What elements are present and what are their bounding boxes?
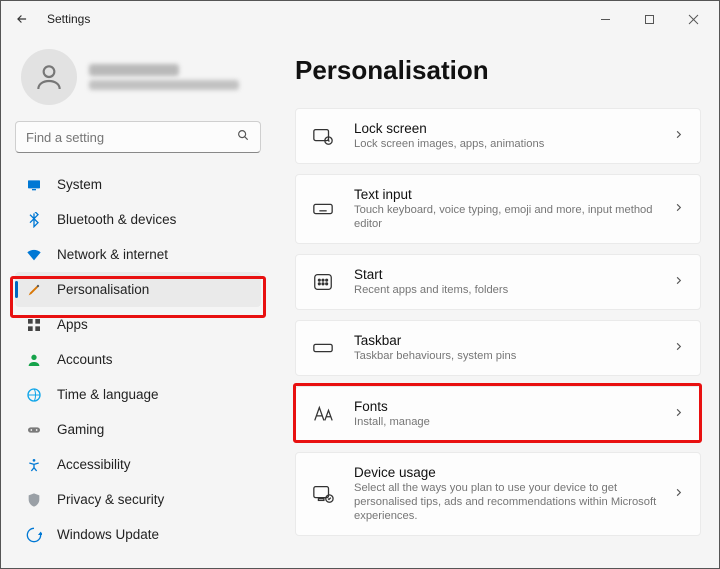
sidebar-item-label: Time & language: [57, 387, 159, 402]
update-icon: [25, 526, 43, 544]
sidebar-item-time[interactable]: Time & language: [15, 377, 261, 412]
paintbrush-icon: [25, 281, 43, 299]
card-title: Text input: [354, 187, 665, 202]
sidebar-item-label: Windows Update: [57, 527, 159, 542]
profile-name-redacted: [89, 64, 179, 76]
minimize-button[interactable]: [583, 4, 627, 34]
card-subtitle: Select all the ways you plan to use your…: [354, 481, 665, 523]
sidebar-item-network[interactable]: Network & internet: [15, 237, 261, 272]
device-usage-icon: [310, 481, 336, 507]
chevron-right-icon: [673, 485, 684, 503]
sidebar-item-label: Personalisation: [57, 282, 149, 297]
search-box[interactable]: [15, 121, 261, 153]
main: Personalisation Lock screen Lock screen …: [271, 37, 719, 568]
card-device-usage[interactable]: Device usage Select all the ways you pla…: [295, 452, 701, 536]
accessibility-icon: [25, 456, 43, 474]
card-start[interactable]: Start Recent apps and items, folders: [295, 254, 701, 310]
card-title: Device usage: [354, 465, 665, 480]
sidebar-item-label: System: [57, 177, 102, 192]
fonts-icon: [310, 401, 336, 427]
sidebar-item-accounts[interactable]: Accounts: [15, 342, 261, 377]
sidebar-item-label: Bluetooth & devices: [57, 212, 176, 227]
card-subtitle: Recent apps and items, folders: [354, 283, 665, 297]
taskbar-icon: [310, 335, 336, 361]
bluetooth-icon: [25, 211, 43, 229]
apps-icon: [25, 316, 43, 334]
sidebar-item-privacy[interactable]: Privacy & security: [15, 482, 261, 517]
chevron-right-icon: [673, 200, 684, 218]
sidebar-item-system[interactable]: System: [15, 167, 261, 202]
sidebar-item-bluetooth[interactable]: Bluetooth & devices: [15, 202, 261, 237]
profile-text: [89, 64, 239, 90]
card-title: Taskbar: [354, 333, 665, 348]
titlebar: Settings: [1, 1, 719, 37]
sidebar-item-label: Accounts: [57, 352, 113, 367]
card-taskbar[interactable]: Taskbar Taskbar behaviours, system pins: [295, 320, 701, 376]
sidebar-item-label: Apps: [57, 317, 88, 332]
globe-clock-icon: [25, 386, 43, 404]
close-button[interactable]: [671, 4, 715, 34]
sidebar-item-update[interactable]: Windows Update: [15, 517, 261, 552]
sidebar-item-personalisation[interactable]: Personalisation: [15, 272, 261, 307]
sidebar-item-label: Privacy & security: [57, 492, 164, 507]
card-subtitle: Lock screen images, apps, animations: [354, 137, 665, 151]
lock-screen-icon: [310, 123, 336, 149]
card-lock-screen[interactable]: Lock screen Lock screen images, apps, an…: [295, 108, 701, 164]
avatar: [21, 49, 77, 105]
window-title: Settings: [47, 12, 90, 26]
search-icon: [236, 128, 250, 147]
shield-icon: [25, 491, 43, 509]
card-title: Lock screen: [354, 121, 665, 136]
person-icon: [25, 351, 43, 369]
chevron-right-icon: [673, 273, 684, 291]
card-subtitle: Touch keyboard, voice typing, emoji and …: [354, 203, 665, 231]
card-text-input[interactable]: Text input Touch keyboard, voice typing,…: [295, 174, 701, 244]
cards-list: Lock screen Lock screen images, apps, an…: [295, 108, 701, 536]
sidebar-item-accessibility[interactable]: Accessibility: [15, 447, 261, 482]
profile-block[interactable]: [15, 45, 261, 121]
start-icon: [310, 269, 336, 295]
sidebar: System Bluetooth & devices Network & int…: [1, 37, 271, 568]
keyboard-icon: [310, 196, 336, 222]
card-subtitle: Install, manage: [354, 415, 665, 429]
page-title: Personalisation: [295, 55, 701, 86]
wifi-icon: [25, 246, 43, 264]
card-subtitle: Taskbar behaviours, system pins: [354, 349, 665, 363]
monitor-icon: [25, 176, 43, 194]
profile-email-redacted: [89, 80, 239, 90]
sidebar-item-label: Network & internet: [57, 247, 168, 262]
chevron-right-icon: [673, 127, 684, 145]
chevron-right-icon: [673, 339, 684, 357]
system-controls: [583, 4, 715, 34]
nav: System Bluetooth & devices Network & int…: [15, 167, 261, 552]
back-button[interactable]: [11, 8, 33, 30]
search-input[interactable]: [26, 130, 236, 145]
card-title: Fonts: [354, 399, 665, 414]
maximize-button[interactable]: [627, 4, 671, 34]
sidebar-item-apps[interactable]: Apps: [15, 307, 261, 342]
sidebar-item-label: Accessibility: [57, 457, 131, 472]
card-fonts[interactable]: Fonts Install, manage: [295, 386, 701, 442]
chevron-right-icon: [673, 405, 684, 423]
card-title: Start: [354, 267, 665, 282]
gamepad-icon: [25, 421, 43, 439]
sidebar-item-gaming[interactable]: Gaming: [15, 412, 261, 447]
sidebar-item-label: Gaming: [57, 422, 104, 437]
